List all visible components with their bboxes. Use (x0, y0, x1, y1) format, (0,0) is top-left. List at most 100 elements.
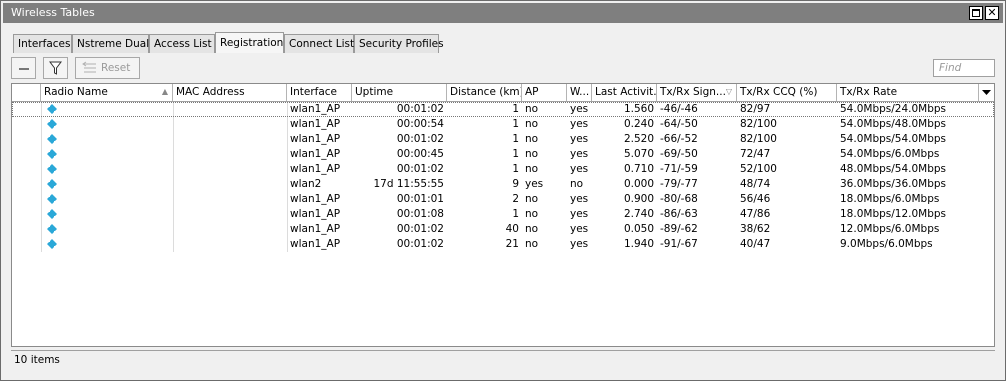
cell-signal: -79/-77 (660, 178, 698, 190)
item-count: 10 items (14, 354, 60, 366)
wireless-tables-window: Wireless Tables ✕ Interfaces Nstreme Dua… (0, 0, 1006, 381)
cell-interface: wlan1_AP (290, 193, 341, 205)
table-row[interactable]: wlan1_AP 00:01:01 2 no yes 0.900 -80/-68 56/46 1… (12, 192, 994, 207)
cell-ccq: 82/97 (740, 103, 771, 115)
cell-rate: 54.0Mbps/48.0Mbps (840, 118, 947, 130)
cell-distance: 21 (505, 238, 519, 250)
cell-interface: wlan1_AP (290, 148, 341, 160)
cell-uptime: 00:01:02 (396, 238, 444, 250)
column-header-wds[interactable]: W... (567, 84, 592, 101)
cell-mac-address (173, 222, 287, 237)
column-header-distance[interactable]: Distance (km) (447, 84, 522, 101)
cell-distance: 1 (512, 148, 519, 160)
cell-ap: no (525, 118, 539, 130)
window-title: Wireless Tables (11, 6, 95, 19)
cell-uptime: 00:01:02 (396, 103, 444, 115)
cell-last-activity: 1.560 (623, 103, 654, 115)
minus-icon (19, 68, 29, 70)
tab-nstreme-dual[interactable]: Nstreme Dual (72, 34, 149, 53)
cell-signal: -89/-62 (660, 223, 698, 235)
status-bar: 10 items (11, 350, 995, 368)
cell-uptime: 00:00:54 (396, 118, 444, 130)
table-row[interactable]: wlan1_AP 00:01:02 21 no yes 1.940 -91/-67 40/47… (12, 237, 994, 252)
cell-ap: no (525, 133, 539, 145)
cell-radio-name (41, 117, 173, 132)
cell-interface: wlan1_AP (290, 208, 341, 220)
sort-desc-icon: ▽ (725, 87, 732, 96)
cell-interface: wlan1_AP (290, 133, 341, 145)
cell-wds: yes (570, 238, 589, 250)
tab-registration[interactable]: Registration (215, 32, 284, 53)
tab-interfaces[interactable]: Interfaces (13, 34, 72, 53)
restore-button[interactable] (969, 6, 983, 20)
column-header-signal[interactable]: Tx/Rx Sign... ▽ (657, 84, 737, 101)
cell-ap: no (525, 208, 539, 220)
chevron-down-icon (982, 90, 991, 95)
remove-button[interactable] (11, 57, 36, 79)
cell-mac-address (173, 117, 287, 132)
cell-uptime: 00:00:45 (396, 148, 444, 160)
cell-wds: yes (570, 163, 589, 175)
cell-rate: 54.0Mbps/24.0Mbps (840, 103, 947, 115)
close-button[interactable]: ✕ (985, 6, 999, 20)
table-row[interactable]: wlan1_AP 00:01:08 1 no yes 2.740 -86/-63 47/86 1… (12, 207, 994, 222)
cell-mac-address (173, 207, 287, 222)
filter-icon (49, 61, 62, 75)
reset-button[interactable]: Reset (75, 57, 140, 79)
cell-mac-address (173, 102, 287, 117)
column-header-uptime[interactable]: Uptime (352, 84, 447, 101)
tab-connect-list[interactable]: Connect List (284, 34, 354, 53)
cell-distance: 9 (512, 178, 519, 190)
column-menu-button[interactable] (979, 84, 994, 101)
cell-rate: 18.0Mbps/6.0Mbps (840, 193, 940, 205)
cell-distance: 1 (512, 163, 519, 175)
table-row[interactable]: wlan1_AP 00:01:02 40 no yes 0.050 -89/-62 38/62… (12, 222, 994, 237)
table-row[interactable]: wlan2 17d 11:55:55 9 yes no 0.000 -79/-77 48/74… (12, 177, 994, 192)
cell-signal: -80/-68 (660, 193, 698, 205)
cell-wds: yes (570, 103, 589, 115)
cell-ap: no (525, 163, 539, 175)
cell-ap: no (525, 193, 539, 205)
cell-interface: wlan1_AP (290, 238, 341, 250)
cell-radio-name (41, 102, 173, 117)
cell-last-activity: 2.740 (623, 208, 654, 220)
find-input[interactable]: Find (933, 59, 995, 77)
cell-mac-address (173, 147, 287, 162)
table-row[interactable]: wlan1_AP 00:00:54 1 no yes 0.240 -64/-50 82/100… (12, 117, 994, 132)
table-row[interactable]: wlan1_AP 00:00:45 1 no yes 5.070 -69/-50 72/47 5… (12, 147, 994, 162)
cell-radio-name (41, 237, 173, 252)
cell-radio-name (41, 177, 173, 192)
column-header-select[interactable] (12, 84, 41, 101)
table-row[interactable]: wlan1_AP 00:01:02 1 no yes 1.560 -46/-46 82/97 5… (12, 102, 994, 117)
cell-ccq: 38/62 (740, 223, 771, 235)
cell-mac-address (173, 192, 287, 207)
cell-radio-name (41, 162, 173, 177)
cell-mac-address (173, 177, 287, 192)
cell-wds: yes (570, 118, 589, 130)
filter-button[interactable] (43, 57, 68, 79)
cell-last-activity: 0.710 (623, 163, 654, 175)
cell-signal: -69/-50 (660, 148, 698, 160)
table-row[interactable]: wlan1_AP 00:01:02 1 no yes 2.520 -66/-52 82/100… (12, 132, 994, 147)
cell-rate: 9.0Mbps/6.0Mbps (840, 238, 933, 250)
column-header-interface[interactable]: Interface (287, 84, 352, 101)
cell-wds: yes (570, 193, 589, 205)
table-row[interactable]: wlan1_AP 00:01:02 1 no yes 0.710 -71/-59 52/100… (12, 162, 994, 177)
column-header-rate[interactable]: Tx/Rx Rate (837, 84, 979, 101)
column-header-ccq[interactable]: Tx/Rx CCQ (%) (737, 84, 837, 101)
cell-ccq: 56/46 (740, 193, 771, 205)
column-header-radio-name[interactable]: Radio Name ▲ (41, 84, 173, 101)
column-header-last-activity[interactable]: Last Activit... (592, 84, 657, 101)
cell-rate: 18.0Mbps/12.0Mbps (840, 208, 947, 220)
cell-last-activity: 0.900 (623, 193, 654, 205)
cell-signal: -86/-63 (660, 208, 698, 220)
column-header-mac-address[interactable]: MAC Address (173, 84, 287, 101)
cell-radio-name (41, 132, 173, 147)
title-bar[interactable]: Wireless Tables ✕ (3, 3, 1003, 23)
tab-security-profiles[interactable]: Security Profiles (354, 34, 444, 53)
column-header-ap[interactable]: AP (522, 84, 567, 101)
tab-access-list[interactable]: Access List (149, 34, 215, 53)
restore-icon (972, 9, 980, 17)
cell-last-activity: 0.000 (623, 178, 654, 190)
cell-ap: no (525, 103, 539, 115)
